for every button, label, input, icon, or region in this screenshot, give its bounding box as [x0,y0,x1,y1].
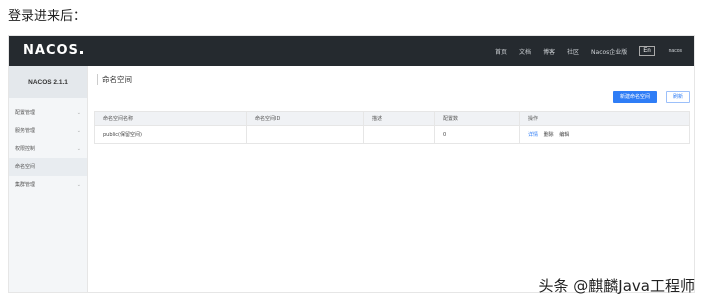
delete-link[interactable]: 删除 [544,132,554,138]
sidebar-item-config[interactable]: 配置管理 ⌄ [9,104,87,122]
nav-community[interactable]: 社区 [567,47,579,56]
column-header-desc: 描述 [363,111,435,126]
nav-enterprise[interactable]: Nacos企业版 [591,47,627,56]
logo-dot [79,51,83,54]
create-namespace-button[interactable]: 新建命名空间 [613,91,657,103]
logo-text: NACOS [23,43,79,58]
column-header-name: 命名空间名称 [94,111,247,126]
sidebar-item-label: 权限控制 [15,146,36,152]
main-content: 命名空间 新建命名空间 刷新 命名空间名称 命名空间ID 描述 配置数 操作 p… [89,66,694,292]
cell-ops: 详情 删除 编辑 [519,125,690,144]
cell-count: 0 [434,125,520,144]
watermark: 头条 @麒麟Java工程师 [538,277,695,295]
sidebar-item-auth[interactable]: 权限控制 ⌄ [9,140,87,158]
refresh-button[interactable]: 刷新 [666,91,690,103]
page-title: 命名空间 [97,74,132,85]
nav-docs[interactable]: 文档 [519,47,531,56]
cell-id [246,125,364,144]
cell-desc [363,125,435,144]
namespace-table: 命名空间名称 命名空间ID 描述 配置数 操作 public(保留空间) 0 详… [94,111,690,144]
sidebar-item-namespace[interactable]: 命名空间 [9,158,87,176]
user-name[interactable]: nacos [669,48,682,54]
column-header-id: 命名空间ID [246,111,364,126]
version-label: NACOS 2.1.1 [9,66,87,98]
sidebar-item-label: 集群管理 [15,182,36,188]
screenshot-caption: 登录进来后： [8,9,87,24]
table-row: public(保留空间) 0 详情 删除 编辑 [94,125,690,144]
cell-name: public(保留空间) [94,125,247,144]
chevron-down-icon: ⌄ [76,146,81,152]
language-switch[interactable]: En [639,46,655,56]
nacos-console: NACOS 首页 文档 博客 社区 Nacos企业版 En nacos NACO… [8,35,695,293]
sidebar-item-label: 配置管理 [15,110,36,116]
column-header-ops: 操作 [519,111,690,126]
sidebar-item-label: 服务管理 [15,128,36,134]
chevron-down-icon: ⌄ [76,128,81,134]
nav-home[interactable]: 首页 [495,47,507,56]
sidebar-item-service[interactable]: 服务管理 ⌄ [9,122,87,140]
sidebar: NACOS 2.1.1 配置管理 ⌄ 服务管理 ⌄ 权限控制 ⌄ 命名空间 集群… [9,66,88,292]
sidebar-item-cluster[interactable]: 集群管理 ⌄ [9,176,87,194]
nacos-logo[interactable]: NACOS [23,43,83,58]
table-header-row: 命名空间名称 命名空间ID 描述 配置数 操作 [94,111,690,126]
chevron-down-icon: ⌄ [76,110,81,116]
column-header-count: 配置数 [434,111,520,126]
detail-link[interactable]: 详情 [528,132,538,138]
sidebar-item-label: 命名空间 [15,164,36,170]
top-navbar: NACOS 首页 文档 博客 社区 Nacos企业版 En nacos [9,36,694,66]
top-nav: 首页 文档 博客 社区 Nacos企业版 En nacos [495,36,694,66]
chevron-down-icon: ⌄ [76,182,81,188]
nav-blog[interactable]: 博客 [543,47,555,56]
edit-link[interactable]: 编辑 [559,132,569,138]
